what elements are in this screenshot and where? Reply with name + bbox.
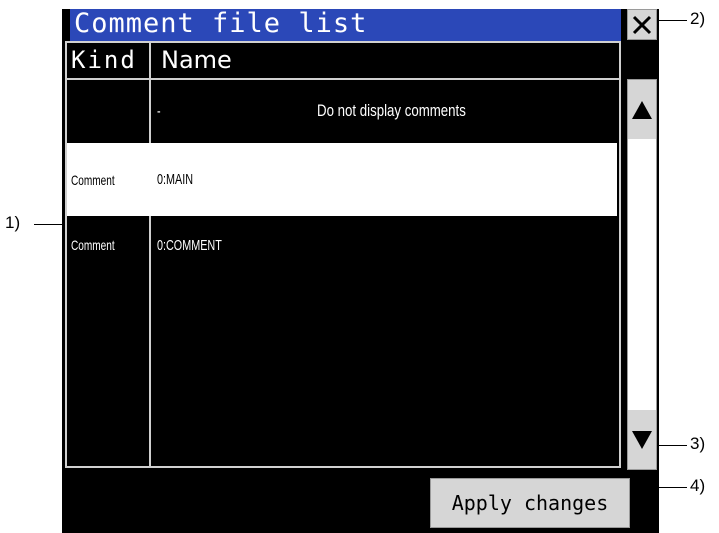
row-name: 0:MAIN	[157, 171, 194, 188]
callout-1: 1)	[5, 213, 21, 232]
close-button[interactable]	[627, 9, 657, 40]
column-header-kind: Kind	[71, 46, 137, 74]
triangle-up-icon	[632, 100, 652, 119]
vertical-scrollbar[interactable]	[627, 79, 657, 470]
row-kind: Comment	[71, 171, 115, 188]
callout-line-3	[659, 445, 687, 446]
scroll-track[interactable]	[628, 139, 656, 410]
row-divider	[149, 216, 151, 274]
column-header-name: Name	[161, 46, 232, 74]
row-description: Do not display comments	[317, 101, 466, 120]
scroll-up-button[interactable]	[628, 80, 656, 139]
scroll-down-button[interactable]	[628, 410, 656, 469]
callout-line-1	[34, 224, 64, 225]
apply-changes-button[interactable]: Apply changes	[430, 478, 630, 528]
comment-file-list: Kind Name - Do not display comments Comm…	[65, 41, 621, 468]
row-kind	[71, 80, 124, 142]
dialog-title: Comment file list	[74, 8, 368, 39]
row-name: -	[157, 102, 161, 120]
callout-2: 2)	[690, 9, 706, 28]
callout-4: 4)	[690, 476, 706, 495]
callout-line-2	[659, 20, 687, 21]
row-divider	[149, 80, 151, 142]
row-name: 0:COMMENT	[157, 236, 222, 254]
apply-changes-label: Apply changes	[451, 491, 609, 515]
callout-line-4	[635, 487, 687, 488]
row-kind: Comment	[71, 237, 115, 253]
triangle-down-icon	[632, 430, 652, 449]
list-item[interactable]: Comment 0:COMMENT	[67, 216, 617, 274]
list-item-selected[interactable]: Comment 0:MAIN	[67, 143, 617, 216]
callout-3: 3)	[690, 434, 706, 453]
close-icon	[632, 15, 652, 34]
list-item[interactable]: - Do not display comments	[67, 80, 617, 142]
title-bar: Comment file list	[70, 8, 621, 41]
